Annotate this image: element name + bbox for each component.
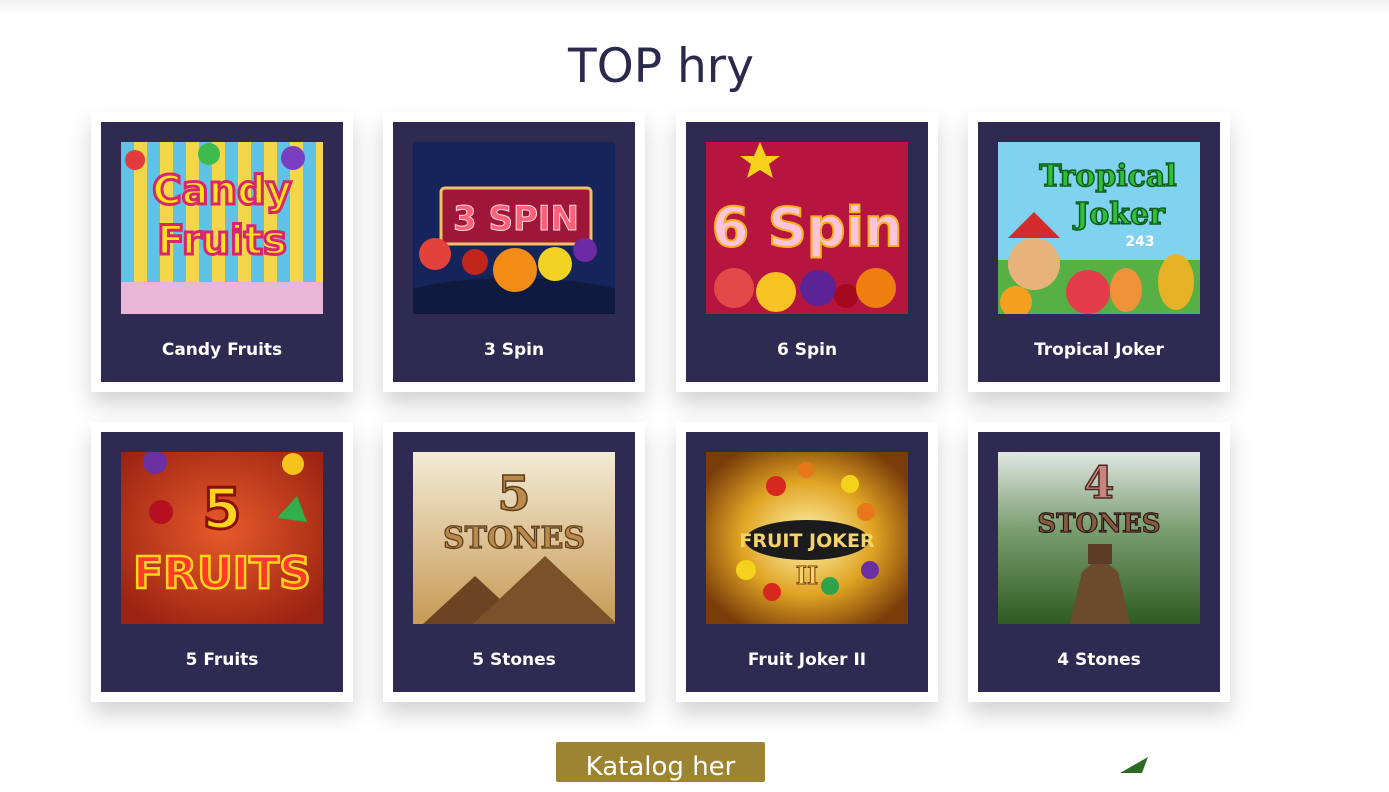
svg-text:FRUITS: FRUITS bbox=[133, 548, 311, 599]
game-title[interactable]: Candy Fruits bbox=[101, 340, 343, 360]
svg-text:4: 4 bbox=[1084, 458, 1115, 509]
game-thumbnail-4-stones[interactable]: 4 STONES bbox=[998, 452, 1200, 624]
svg-text:Candy: Candy bbox=[152, 168, 292, 214]
game-thumbnail-fruit-joker-ii[interactable]: FRUIT JOKER II bbox=[706, 452, 908, 624]
page-title: TOP hry bbox=[568, 39, 754, 94]
game-card-fruit-joker-ii[interactable]: FRUIT JOKER II Fruit Joker II bbox=[676, 422, 938, 702]
game-thumbnail-candy-fruits[interactable]: Candy Fruits bbox=[121, 142, 323, 314]
game-title[interactable]: 5 Stones bbox=[393, 650, 635, 670]
svg-text:6 Spin: 6 Spin bbox=[712, 196, 903, 259]
top-bar bbox=[0, 0, 1389, 14]
game-title[interactable]: 6 Spin bbox=[686, 340, 928, 360]
game-card-5-fruits[interactable]: 5 FRUITS 5 Fruits bbox=[91, 422, 353, 702]
svg-text:II: II bbox=[796, 561, 818, 590]
game-card-6-spin[interactable]: 6 Spin 6 Spin bbox=[676, 112, 938, 392]
game-card-candy-fruits[interactable]: Candy Fruits Candy Fruits bbox=[91, 112, 353, 392]
palm-leaf-decoration bbox=[1120, 757, 1148, 773]
game-thumbnail-6-spin[interactable]: 6 Spin bbox=[706, 142, 908, 314]
game-card-4-stones[interactable]: 4 STONES 4 Stones bbox=[968, 422, 1230, 702]
catalog-button[interactable]: Katalog her bbox=[556, 742, 765, 782]
svg-text:STONES: STONES bbox=[443, 521, 585, 556]
game-thumbnail-3-spin[interactable]: 3 SPIN bbox=[413, 142, 615, 314]
game-thumbnail-5-fruits[interactable]: 5 FRUITS bbox=[121, 452, 323, 624]
game-thumbnail-5-stones[interactable]: 5 STONES bbox=[413, 452, 615, 624]
game-card-tropical-joker[interactable]: Tropical Joker 243 Tropical Joker bbox=[968, 112, 1230, 392]
svg-text:5: 5 bbox=[497, 466, 530, 522]
game-title[interactable]: 4 Stones bbox=[978, 650, 1220, 670]
game-title[interactable]: 5 Fruits bbox=[101, 650, 343, 670]
game-card-5-stones[interactable]: 5 STONES 5 Stones bbox=[383, 422, 645, 702]
svg-text:Tropical: Tropical bbox=[1039, 159, 1176, 194]
svg-text:FRUIT JOKER: FRUIT JOKER bbox=[739, 530, 875, 552]
game-thumbnail-tropical-joker[interactable]: Tropical Joker 243 bbox=[998, 142, 1200, 314]
svg-text:243: 243 bbox=[1125, 234, 1154, 250]
game-title[interactable]: 3 Spin bbox=[393, 340, 635, 360]
svg-text:Joker: Joker bbox=[1072, 197, 1166, 232]
game-card-3-spin[interactable]: 3 SPIN 3 Spin bbox=[383, 112, 645, 392]
svg-text:STONES: STONES bbox=[1037, 509, 1160, 539]
game-title[interactable]: Tropical Joker bbox=[978, 340, 1220, 360]
game-title[interactable]: Fruit Joker II bbox=[686, 650, 928, 670]
svg-text:Fruits: Fruits bbox=[157, 218, 287, 264]
svg-text:5: 5 bbox=[203, 477, 242, 542]
svg-text:3 SPIN: 3 SPIN bbox=[453, 199, 579, 239]
